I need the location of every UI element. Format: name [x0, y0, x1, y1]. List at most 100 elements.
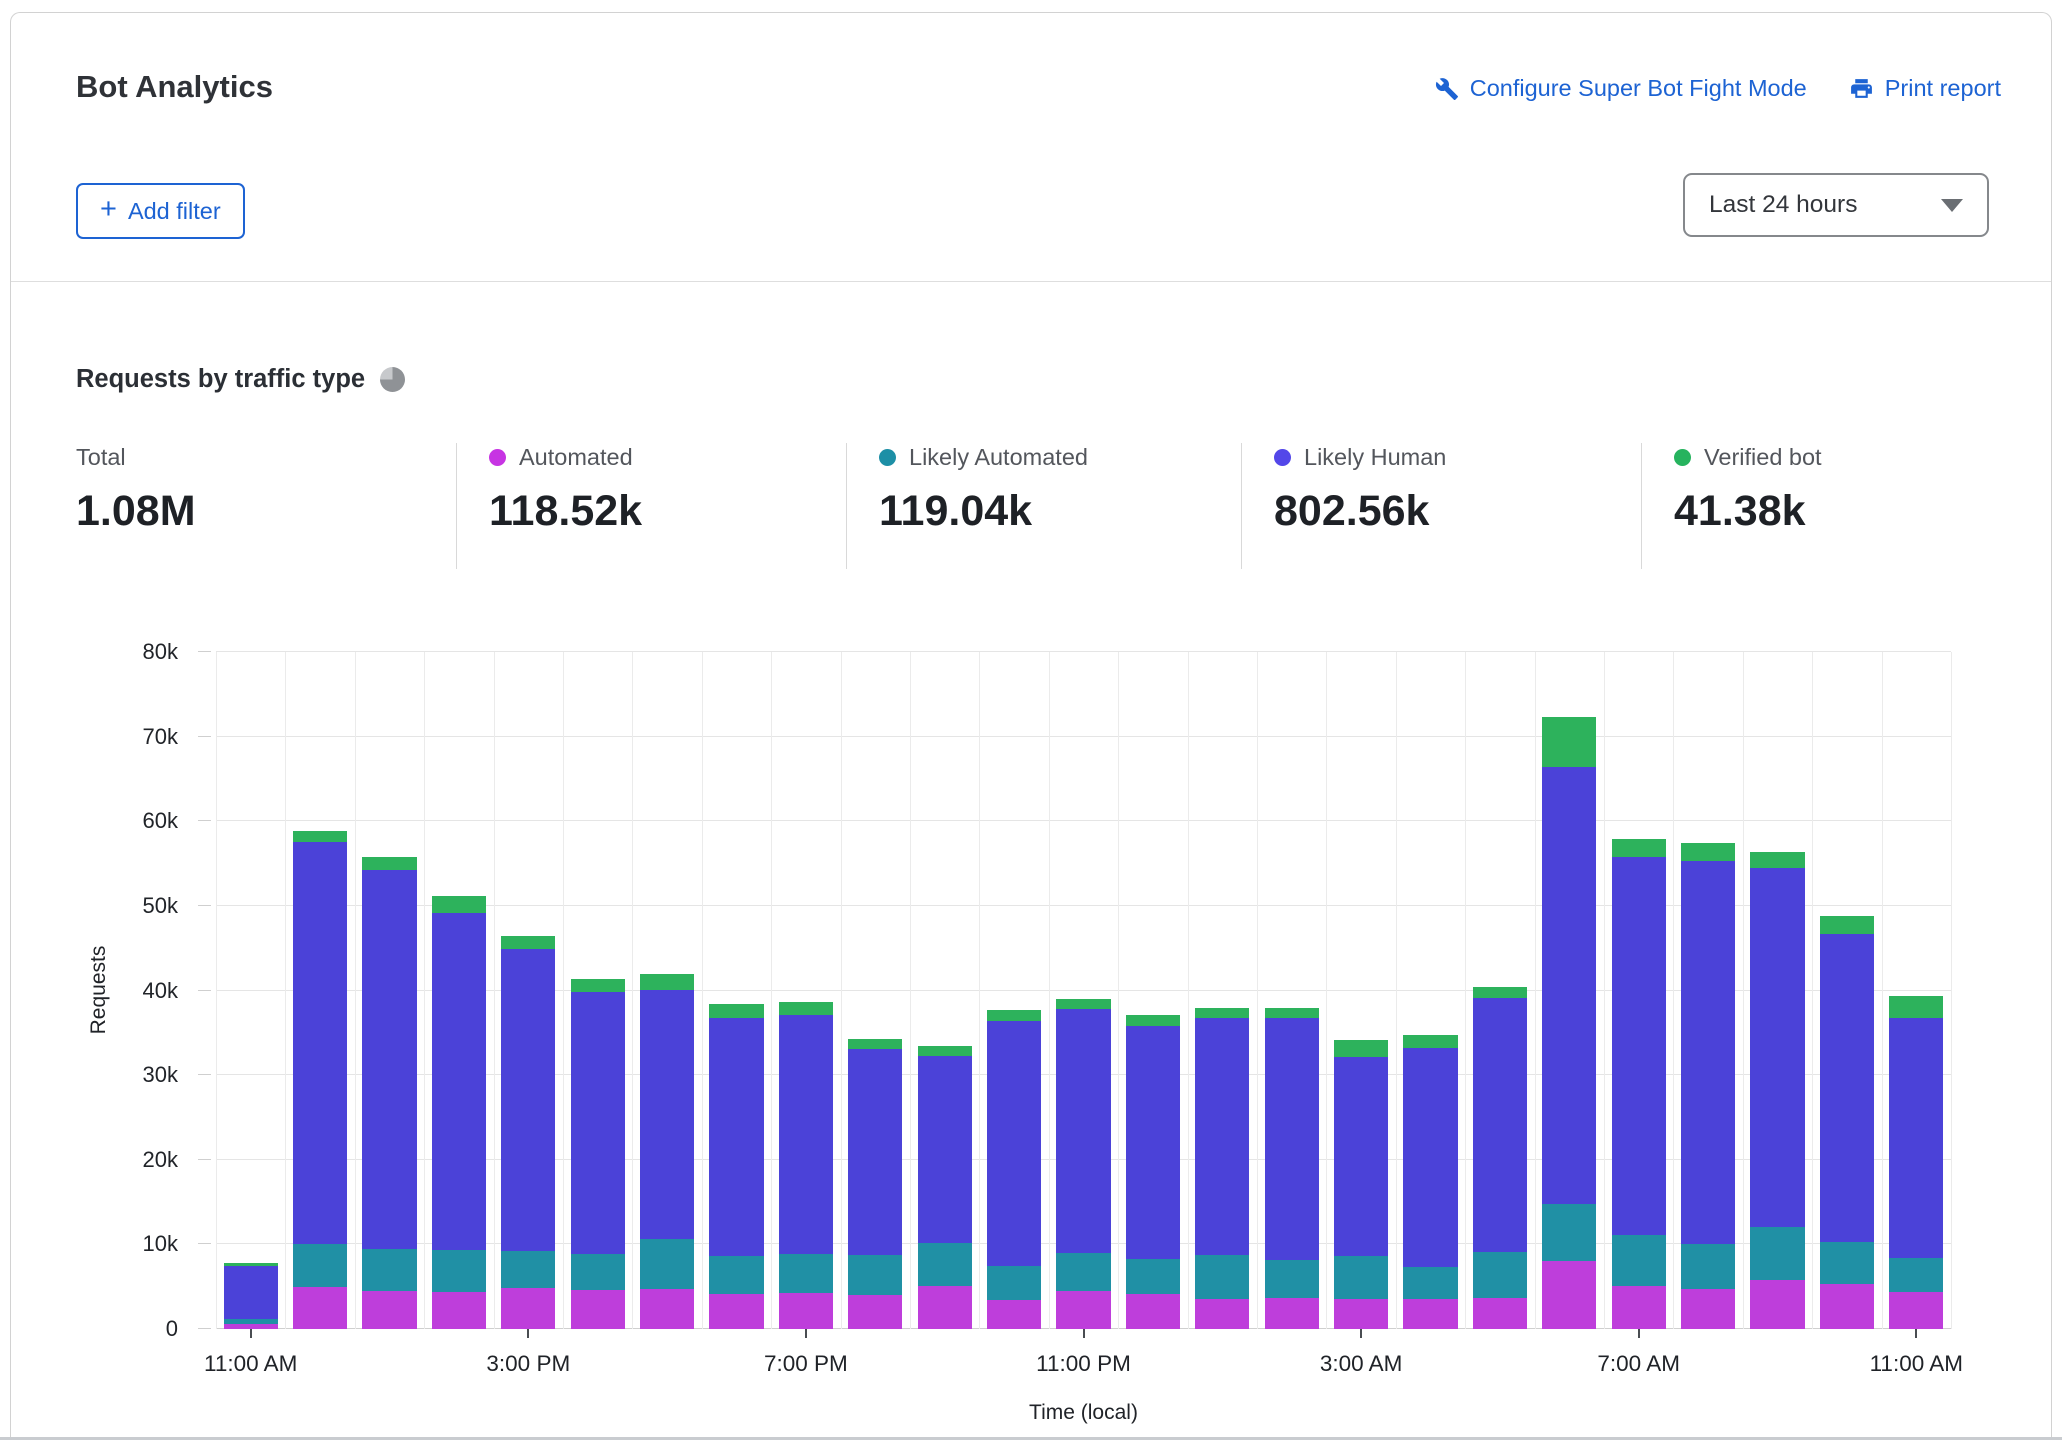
bar-segment-likely-human: [224, 1266, 278, 1319]
stacked-bar: [1750, 652, 1804, 1329]
bar-segment-verified-bot: [1265, 1008, 1319, 1018]
y-axis-tick: [198, 1243, 211, 1244]
stat-label: Verified bot: [1704, 444, 1822, 471]
bar-slot: [494, 652, 563, 1329]
section-title: Requests by traffic type: [76, 365, 365, 394]
bar-segment-likely-human: [1473, 998, 1527, 1252]
bar-slot: [702, 652, 771, 1329]
bar-segment-verified-bot: [1126, 1015, 1180, 1026]
bar-segment-automated: [1612, 1286, 1666, 1329]
time-range-select[interactable]: Last 24 hours: [1683, 173, 1989, 237]
y-axis-tick: [198, 820, 211, 821]
bar-segment-verified-bot: [1473, 987, 1527, 998]
bar-segment-likely-human: [1334, 1057, 1388, 1257]
bar-segment-automated: [1681, 1289, 1735, 1329]
stat-verified-bot: Verified bot 41.38k: [1641, 443, 2049, 569]
stat-likely-automated: Likely Automated 119.04k: [846, 443, 1241, 569]
bar-slot: [1604, 652, 1673, 1329]
bar-slot: [563, 652, 632, 1329]
bot-analytics-card: Bot Analytics Configure Super Bot Fight …: [10, 12, 2052, 1440]
bar-segment-likely-human: [1126, 1026, 1180, 1259]
bar-segment-likely-automated: [709, 1256, 763, 1294]
bar-segment-automated: [1403, 1299, 1457, 1329]
x-axis-tick: [1915, 1329, 1917, 1338]
bar-segment-automated: [918, 1286, 972, 1329]
bar-segment-likely-human: [848, 1049, 902, 1255]
x-axis-tick: [1638, 1329, 1640, 1338]
bar-segment-likely-human: [293, 842, 347, 1244]
time-range-value: Last 24 hours: [1709, 191, 1857, 219]
bar-slot: [1673, 652, 1742, 1329]
bar-segment-verified-bot: [1195, 1008, 1249, 1017]
bar-slot: [424, 652, 493, 1329]
stats-row: Total 1.08M Automated 118.52k Likely Aut…: [76, 443, 2049, 569]
bar-segment-verified-bot: [293, 831, 347, 842]
print-link-label: Print report: [1885, 75, 2001, 102]
bar-segment-verified-bot: [1542, 717, 1596, 767]
stat-total: Total 1.08M: [76, 443, 456, 569]
bar-segment-automated: [1126, 1294, 1180, 1329]
bar-segment-likely-automated: [1195, 1255, 1249, 1299]
bar-slot: [632, 652, 701, 1329]
bar-slot: [910, 652, 979, 1329]
bar-segment-likely-automated: [1889, 1258, 1943, 1292]
x-axis-tick: [527, 1329, 529, 1338]
stacked-bar: [571, 652, 625, 1329]
bar-segment-likely-human: [1820, 934, 1874, 1242]
y-tick-label: 40k: [143, 978, 178, 1004]
bar-segment-likely-automated: [1265, 1260, 1319, 1298]
plus-icon: +: [100, 195, 117, 224]
configure-super-bot-fight-mode-link[interactable]: Configure Super Bot Fight Mode: [1435, 75, 1807, 102]
bar-segment-likely-human: [1265, 1018, 1319, 1259]
bar-segment-likely-automated: [1056, 1253, 1110, 1291]
stacked-bar: [362, 652, 416, 1329]
y-axis-tick: [198, 651, 211, 652]
bar-segment-verified-bot: [501, 936, 555, 950]
bar-slot: [1535, 652, 1604, 1329]
y-axis-tick: [198, 1328, 211, 1329]
stat-label: Automated: [519, 444, 633, 471]
x-axis-tick: [1360, 1329, 1362, 1338]
bar-segment-verified-bot: [709, 1004, 763, 1018]
stat-likely-human: Likely Human 802.56k: [1241, 443, 1641, 569]
section-title-row: Requests by traffic type: [76, 365, 405, 394]
bar-segment-automated: [432, 1292, 486, 1329]
grid-line-v: [1951, 652, 1952, 1329]
add-filter-label: Add filter: [128, 198, 221, 225]
bar-segment-verified-bot: [362, 857, 416, 871]
bar-segment-automated: [709, 1294, 763, 1329]
stacked-bar: [1889, 652, 1943, 1329]
bar-segment-verified-bot: [1889, 996, 1943, 1017]
bar-segment-likely-automated: [987, 1266, 1041, 1300]
bar-segment-likely-human: [432, 913, 486, 1251]
print-report-link[interactable]: Print report: [1849, 75, 2001, 102]
legend-dot-automated: [489, 449, 506, 466]
stacked-bar: [987, 652, 1041, 1329]
bar-segment-verified-bot: [571, 979, 625, 993]
configure-link-label: Configure Super Bot Fight Mode: [1470, 75, 1807, 102]
x-tick-label: 3:00 PM: [486, 1351, 570, 1377]
bar-segment-likely-human: [1681, 861, 1735, 1244]
bar-segment-likely-automated: [1126, 1259, 1180, 1295]
legend-dot-likely-human: [1274, 449, 1291, 466]
stacked-bar: [1681, 652, 1735, 1329]
stat-label: Likely Automated: [909, 444, 1088, 471]
legend-dot-verified-bot: [1674, 449, 1691, 466]
y-tick-label: 70k: [143, 724, 178, 750]
bar-segment-likely-automated: [501, 1251, 555, 1288]
bar-segment-automated: [779, 1293, 833, 1329]
bar-segment-verified-bot: [1403, 1035, 1457, 1048]
bar-segment-automated: [1056, 1291, 1110, 1329]
stacked-bar: [1473, 652, 1527, 1329]
stat-label: Likely Human: [1304, 444, 1446, 471]
add-filter-button[interactable]: + Add filter: [76, 183, 245, 239]
bar-segment-verified-bot: [1334, 1040, 1388, 1056]
stacked-bar: [1126, 652, 1180, 1329]
stacked-bar: [1542, 652, 1596, 1329]
stacked-bar: [918, 652, 972, 1329]
bar-slot: [1743, 652, 1812, 1329]
stacked-bar: [1820, 652, 1874, 1329]
plot-area: 11:00 AM3:00 PM7:00 PM11:00 PM3:00 AM7:0…: [216, 652, 1951, 1329]
bar-segment-likely-automated: [1473, 1252, 1527, 1298]
bar-slot: [355, 652, 424, 1329]
